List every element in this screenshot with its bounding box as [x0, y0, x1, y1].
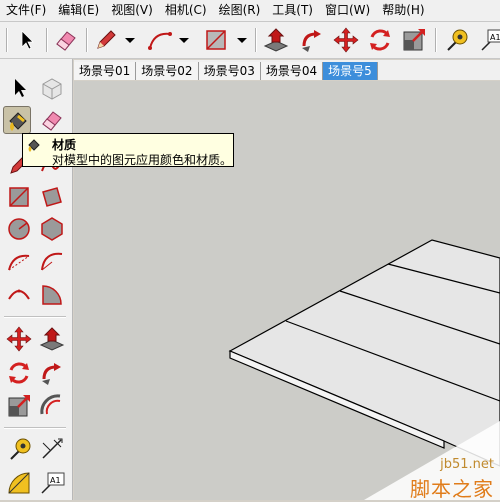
toolbar-separator [46, 28, 48, 52]
rectangle-icon[interactable] [5, 183, 33, 211]
paint-bucket-icon [26, 137, 42, 153]
tab-scene-02[interactable]: 场景号02 [136, 62, 199, 80]
tooltip-description: 对模型中的图元应用颜色和材质。 [52, 153, 233, 167]
tab-scene-04[interactable]: 场景号04 [260, 62, 324, 80]
toolbar-separator [6, 28, 8, 52]
arc-icon[interactable] [146, 26, 174, 54]
menu-edit[interactable]: 编辑(E) [52, 0, 105, 21]
dimension-icon[interactable] [38, 435, 66, 463]
tape-measure-icon[interactable] [442, 26, 470, 54]
text-icon[interactable]: A1 [38, 469, 66, 497]
watermark-text: 脚本之家 [410, 477, 494, 501]
tape-measure-icon[interactable] [5, 435, 33, 463]
menu-help[interactable]: 帮助(H) [376, 0, 430, 21]
move-icon[interactable] [332, 26, 360, 54]
scale-icon[interactable] [5, 392, 33, 420]
text-tool-label: A1 [50, 476, 61, 485]
follow-me-icon[interactable] [38, 359, 66, 387]
text-tool-label: A1 [490, 33, 500, 42]
rotated-rectangle-icon[interactable] [38, 183, 66, 211]
paint-bucket-icon[interactable] [3, 106, 31, 134]
move-icon[interactable] [5, 325, 33, 353]
follow-me-icon[interactable] [298, 26, 326, 54]
palette-separator [4, 427, 66, 429]
arc-icon[interactable] [5, 248, 33, 276]
component-icon[interactable] [38, 74, 66, 102]
pencil-dropdown-icon[interactable] [124, 33, 136, 47]
left-tool-palette: A1 [0, 59, 73, 500]
pencil-icon[interactable] [92, 26, 120, 54]
rotate-icon[interactable] [366, 26, 394, 54]
tab-scene-5[interactable]: 场景号5 [323, 62, 378, 80]
select-icon[interactable] [13, 26, 41, 54]
tab-scene-01[interactable]: 场景号01 [74, 62, 137, 80]
palette-separator [4, 316, 66, 318]
scene-tabs: 场景号01 场景号02 场景号03 场景号04 场景号5 [74, 60, 500, 80]
menu-bar: 文件(F) 编辑(E) 视图(V) 相机(C) 绘图(R) 工具(T) 窗口(W… [0, 0, 500, 22]
text-icon[interactable]: A1 [478, 26, 500, 54]
tooltip: 材质 对模型中的图元应用颜色和材质。 [22, 133, 234, 167]
tab-scene-03[interactable]: 场景号03 [198, 62, 261, 80]
watermark-url: jb51.net [440, 457, 494, 472]
menu-tools[interactable]: 工具(T) [266, 0, 319, 21]
toolbar-separator [435, 28, 437, 52]
eraser-icon[interactable] [38, 106, 66, 134]
protractor-icon[interactable] [5, 469, 33, 497]
main-toolbar: A1 [0, 22, 500, 59]
offset-icon[interactable] [38, 392, 66, 420]
rectangle-dropdown-icon[interactable] [236, 33, 248, 47]
menu-window[interactable]: 窗口(W) [319, 0, 376, 21]
menu-view[interactable]: 视图(V) [105, 0, 159, 21]
polygon-icon[interactable] [38, 215, 66, 243]
select-icon[interactable] [5, 74, 33, 102]
arc-3-icon[interactable] [5, 281, 33, 309]
toolbar-separator [255, 28, 257, 52]
pie-icon[interactable] [38, 281, 66, 309]
toolbar-separator [86, 28, 88, 52]
rotate-icon[interactable] [5, 359, 33, 387]
menu-file[interactable]: 文件(F) [0, 0, 52, 21]
menu-draw[interactable]: 绘图(R) [213, 0, 267, 21]
menu-camera[interactable]: 相机(C) [159, 0, 213, 21]
rectangle-icon[interactable] [202, 26, 230, 54]
arc-dropdown-icon[interactable] [178, 33, 190, 47]
circle-icon[interactable] [5, 215, 33, 243]
push-pull-icon[interactable] [38, 325, 66, 353]
push-pull-icon[interactable] [262, 26, 290, 54]
scale-icon[interactable] [400, 26, 428, 54]
watermark: jb51.net 脚本之家 [364, 421, 500, 501]
arc-2-icon[interactable] [38, 248, 66, 276]
eraser-icon[interactable] [52, 26, 80, 54]
